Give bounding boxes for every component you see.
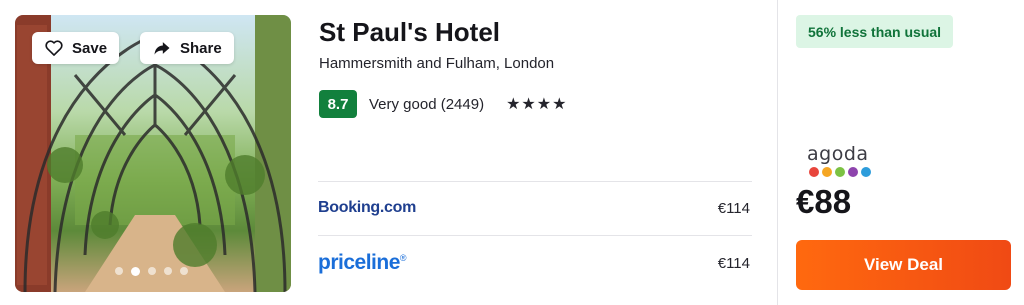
savings-badge: 56% less than usual bbox=[796, 15, 954, 48]
column-separator bbox=[777, 0, 778, 305]
priceline-wordmark: priceline bbox=[318, 251, 400, 274]
save-label: Save bbox=[72, 39, 108, 57]
agoda-dot bbox=[835, 167, 845, 177]
hotel-result-card[interactable]: Save Share St Paul's Hotel Hammersmith a… bbox=[0, 0, 1024, 305]
star-rating: ★★★★ bbox=[506, 96, 568, 113]
agoda-color-dots bbox=[809, 167, 871, 177]
agoda-dot bbox=[861, 167, 871, 177]
hotel-name[interactable]: St Paul's Hotel bbox=[319, 17, 500, 48]
provider-row-priceline[interactable]: priceline® €114 bbox=[318, 236, 752, 290]
provider-price: €114 bbox=[717, 199, 750, 217]
share-label: Share bbox=[180, 39, 222, 57]
rating-label[interactable]: Very good (2449) bbox=[369, 96, 484, 113]
agoda-wordmark: agoda bbox=[807, 143, 869, 165]
provider-price: €114 bbox=[717, 254, 750, 272]
deal-price[interactable]: €88 bbox=[796, 183, 851, 221]
share-button[interactable]: Share bbox=[140, 32, 234, 64]
carousel-dot[interactable] bbox=[115, 267, 123, 275]
registered-mark: ® bbox=[399, 253, 407, 263]
hotel-photo[interactable]: Save Share bbox=[15, 15, 291, 292]
agoda-dot bbox=[809, 167, 819, 177]
carousel-dot[interactable] bbox=[148, 267, 156, 275]
share-arrow-icon bbox=[154, 42, 170, 55]
carousel-dot[interactable] bbox=[131, 267, 140, 276]
carousel-dot[interactable] bbox=[164, 267, 172, 275]
provider-row-booking[interactable]: Booking.com €114 bbox=[318, 181, 752, 235]
agoda-dot bbox=[848, 167, 858, 177]
priceline-logo: priceline® bbox=[318, 251, 407, 275]
rating-row: 8.7 Very good (2449) ★★★★ bbox=[319, 90, 567, 118]
agoda-logo: agoda bbox=[807, 143, 871, 177]
rating-score-badge: 8.7 bbox=[319, 90, 357, 118]
hotel-location: Hammersmith and Fulham, London bbox=[319, 55, 555, 72]
carousel-dot[interactable] bbox=[180, 267, 188, 275]
save-button[interactable]: Save bbox=[32, 32, 120, 64]
heart-icon bbox=[45, 40, 63, 56]
agoda-dot bbox=[822, 167, 832, 177]
booking-logo: Booking.com bbox=[318, 199, 417, 216]
view-deal-button[interactable]: View Deal bbox=[796, 240, 1011, 290]
carousel-dots bbox=[115, 267, 188, 276]
